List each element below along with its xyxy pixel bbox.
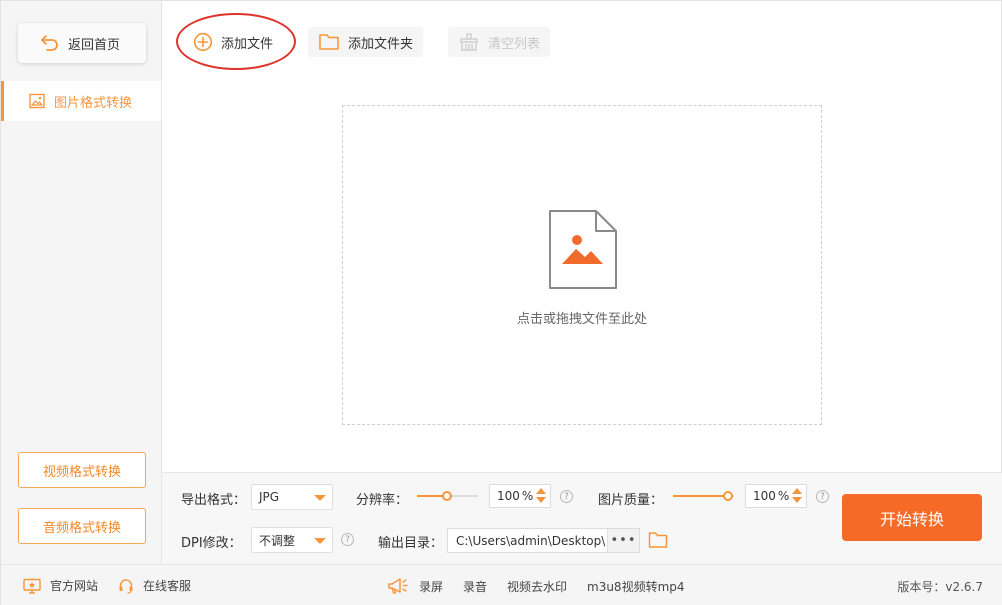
settings-panel: 导出格式： JPG 分辨率： 100% ? 图片质量： 100% ? DPI修改… xyxy=(162,472,1002,564)
folder-icon xyxy=(319,34,339,50)
file-drop-zone[interactable]: 点击或拖拽文件至此处 xyxy=(342,105,822,425)
stepper-up-icon[interactable] xyxy=(792,488,802,494)
open-folder-icon[interactable] xyxy=(648,531,668,549)
quality-value: 100 xyxy=(753,489,776,503)
dpi-help-icon[interactable]: ? xyxy=(341,533,354,546)
quality-help-icon[interactable]: ? xyxy=(816,490,829,503)
stepper-down-icon[interactable] xyxy=(792,497,802,503)
image-file-icon xyxy=(549,210,617,289)
add-file-button[interactable]: 添加文件 xyxy=(183,27,284,57)
headset-icon xyxy=(119,578,133,594)
screen-record-link[interactable]: 录屏 xyxy=(419,578,443,595)
output-dir-label: 输出目录： xyxy=(378,536,444,551)
official-site-link[interactable]: 官方网站 xyxy=(23,577,98,594)
quality-input[interactable]: 100% xyxy=(745,484,807,508)
chevron-down-icon xyxy=(314,495,326,501)
version-text: 版本号：v2.6.7 xyxy=(897,580,983,594)
audio-convert-button[interactable]: 音频格式转换 xyxy=(18,508,146,544)
export-format-label: 导出格式： xyxy=(181,493,247,508)
percent-unit: % xyxy=(777,489,790,503)
quality-label: 图片质量： xyxy=(598,493,664,508)
back-home-label: 返回首页 xyxy=(68,37,121,53)
stepper-down-icon[interactable] xyxy=(536,497,546,503)
browse-more-button[interactable]: ••• xyxy=(607,529,639,552)
clear-list-label: 清空列表 xyxy=(488,36,541,52)
resolution-value: 100 xyxy=(497,489,520,503)
chevron-down-icon xyxy=(314,538,326,544)
sidebar-item-image-convert[interactable]: 图片格式转换 xyxy=(1,81,161,121)
undo-arrow-icon xyxy=(41,35,58,51)
start-convert-button[interactable]: 开始转换 xyxy=(842,494,982,541)
drop-hint-text: 点击或拖拽文件至此处 xyxy=(516,312,647,327)
resolution-input[interactable]: 100% xyxy=(489,484,551,508)
slider-thumb[interactable] xyxy=(723,491,733,501)
resolution-slider[interactable] xyxy=(417,490,478,502)
sidebar-item-label: 图片格式转换 xyxy=(54,95,133,111)
output-dir-value: C:\Users\admin\Desktop\ xyxy=(456,533,606,548)
add-folder-button[interactable]: 添加文件夹 xyxy=(308,27,424,57)
back-home-button[interactable]: 返回首页 xyxy=(18,23,146,63)
dpi-select[interactable]: 不调整 xyxy=(251,527,333,553)
m3u8-to-mp4-link[interactable]: m3u8视频转mp4 xyxy=(587,578,685,595)
online-service-label: 在线客服 xyxy=(143,579,192,593)
broom-basket-icon xyxy=(460,33,478,51)
quality-stepper[interactable] xyxy=(792,488,802,503)
sidebar: 返回首页 图片格式转换 视频格式转换 音频格式转换 xyxy=(1,1,162,564)
online-service-link[interactable]: 在线客服 xyxy=(118,577,191,594)
monitor-icon xyxy=(23,578,41,594)
stepper-up-icon[interactable] xyxy=(536,488,546,494)
resolution-stepper[interactable] xyxy=(536,488,546,503)
resolution-help-icon[interactable]: ? xyxy=(560,490,573,503)
audio-record-link[interactable]: 录音 xyxy=(463,578,487,595)
plus-circle-icon xyxy=(193,32,213,52)
export-format-select[interactable]: JPG xyxy=(251,484,333,510)
video-convert-button[interactable]: 视频格式转换 xyxy=(18,452,146,488)
clear-list-button[interactable]: 清空列表 xyxy=(448,27,551,57)
app-window: 返回首页 图片格式转换 视频格式转换 音频格式转换 添加文件 添加文件夹 清空列… xyxy=(0,0,1002,605)
dpi-value: 不调整 xyxy=(259,533,296,548)
quality-slider[interactable] xyxy=(673,490,734,502)
megaphone-icon xyxy=(388,578,408,594)
resolution-label: 分辨率： xyxy=(356,493,409,508)
dpi-label: DPI修改： xyxy=(181,536,242,551)
official-site-label: 官方网站 xyxy=(50,579,99,593)
footer-bar: 官方网站 在线客服 录屏 录音 视频去水印 m3u8视频转mp4 版本号：v2.… xyxy=(1,564,1002,605)
add-folder-label: 添加文件夹 xyxy=(348,36,414,52)
image-icon xyxy=(29,93,45,109)
add-file-label: 添加文件 xyxy=(221,36,274,52)
percent-unit: % xyxy=(521,489,534,503)
slider-fill xyxy=(673,495,729,497)
slider-thumb[interactable] xyxy=(442,491,452,501)
export-format-value: JPG xyxy=(259,490,280,504)
remove-watermark-link[interactable]: 视频去水印 xyxy=(507,578,567,595)
output-dir-field[interactable]: C:\Users\admin\Desktop\ ••• xyxy=(447,528,640,553)
